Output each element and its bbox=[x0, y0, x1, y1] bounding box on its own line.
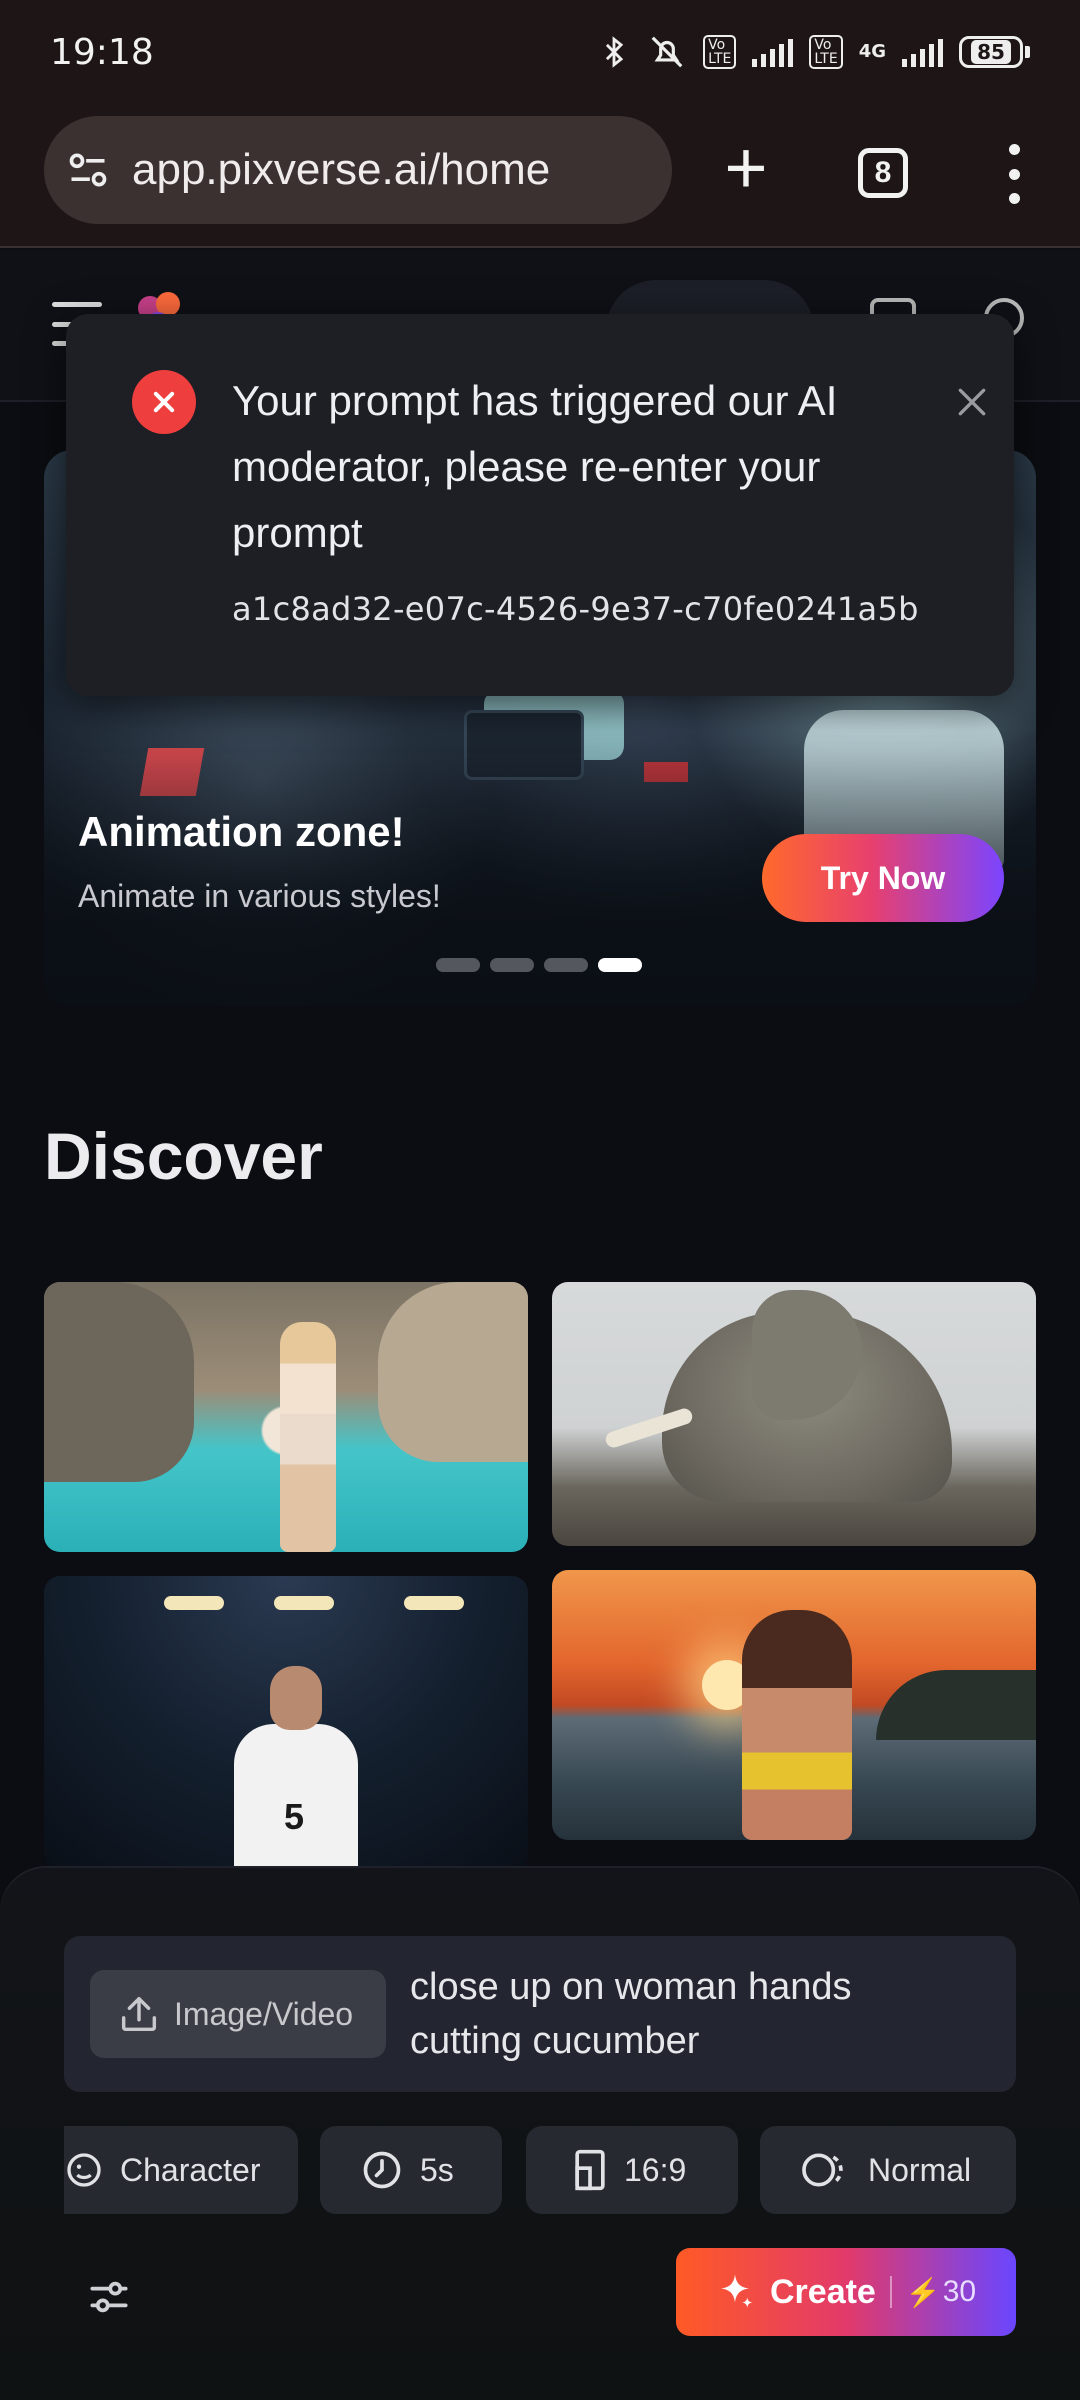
aspect-ratio-icon bbox=[575, 2149, 605, 2191]
browser-menu-icon[interactable] bbox=[1000, 144, 1028, 204]
discover-heading: Discover bbox=[44, 1119, 323, 1193]
close-icon[interactable] bbox=[952, 382, 992, 422]
character-icon bbox=[67, 2153, 101, 2187]
bluetooth-icon bbox=[606, 36, 624, 68]
toast-message: Your prompt has triggered our AI moderat… bbox=[232, 377, 838, 556]
tab-switcher-button[interactable]: 8 bbox=[858, 148, 908, 198]
create-cost: 30 bbox=[942, 2275, 977, 2308]
credit-bolt-icon: ⚡ bbox=[905, 2276, 941, 2308]
browser-toolbar: app.pixverse.ai/home + 8 bbox=[0, 104, 1080, 248]
site-settings-icon[interactable] bbox=[66, 148, 110, 192]
mode-chip[interactable]: Normal bbox=[760, 2126, 1016, 2214]
status-icons: Vo LTE Vo LTE 4G 85 bbox=[597, 33, 1030, 71]
advanced-settings-icon[interactable] bbox=[84, 2272, 134, 2322]
status-bar: 19:18 Vo LTE Vo LTE 4G 85 bbox=[0, 0, 1080, 104]
duration-label: 5s bbox=[420, 2151, 454, 2188]
duration-chip[interactable]: 5s bbox=[320, 2126, 502, 2214]
volte-icon: Vo LTE bbox=[703, 35, 737, 69]
prompt-box[interactable]: Image/Video close up on woman hands cutt… bbox=[64, 1936, 1016, 2092]
mode-icon bbox=[802, 2153, 843, 2187]
character-label: Character bbox=[120, 2151, 261, 2188]
create-button[interactable]: Create ⚡ 30 bbox=[676, 2248, 1016, 2336]
error-icon bbox=[132, 370, 196, 434]
discover-card-woman-at-sunset-image[interactable] bbox=[552, 1570, 1036, 1840]
battery-icon: 85 bbox=[959, 36, 1030, 68]
try-now-button[interactable]: Try Now bbox=[762, 834, 1004, 922]
prompt-input[interactable]: close up on woman hands cutting cucumber bbox=[410, 1960, 930, 2068]
address-bar[interactable]: app.pixverse.ai/home bbox=[44, 116, 672, 224]
carousel-dot-active[interactable] bbox=[598, 958, 642, 972]
upload-media-button[interactable]: Image/Video bbox=[90, 1970, 386, 2058]
battery-level: 85 bbox=[971, 40, 1011, 64]
carousel-dot[interactable] bbox=[544, 958, 588, 972]
character-chip[interactable]: Character bbox=[64, 2126, 298, 2214]
mode-label: Normal bbox=[868, 2151, 972, 2188]
silent-mode-icon bbox=[651, 36, 683, 68]
error-toast: Your prompt has triggered our AI moderat… bbox=[66, 314, 1014, 696]
banner-title: Animation zone! bbox=[78, 808, 405, 855]
generation-options: Character 5s 16:9 Normal bbox=[64, 2126, 1016, 2216]
banner-subtitle: Animate in various styles! bbox=[78, 878, 441, 914]
create-label: Create bbox=[770, 2272, 876, 2311]
sparkle-icon bbox=[721, 2274, 753, 2308]
new-tab-plus-icon[interactable]: + bbox=[716, 128, 776, 208]
signal-icon bbox=[752, 37, 794, 67]
carousel-indicator bbox=[436, 958, 642, 972]
prompt-composer: Image/Video close up on woman hands cutt… bbox=[0, 1868, 1080, 2400]
signal-icon-2 bbox=[902, 37, 943, 67]
aspect-ratio-chip[interactable]: 16:9 bbox=[526, 2126, 738, 2214]
volte-icon-2: Vo LTE bbox=[809, 35, 843, 69]
clock-icon bbox=[363, 2151, 401, 2189]
upload-label: Image/Video bbox=[174, 1995, 354, 2032]
carousel-dot[interactable] bbox=[436, 958, 480, 972]
carousel-dot[interactable] bbox=[490, 958, 534, 972]
status-time: 19:18 bbox=[50, 31, 154, 73]
toast-request-id: a1c8ad32-e07c-4526-9e37-c70fe0241a5b bbox=[232, 590, 919, 628]
discover-card-soccer-player-image[interactable]: 5 bbox=[44, 1576, 528, 1870]
url-text[interactable]: app.pixverse.ai/home bbox=[132, 145, 550, 195]
upload-icon bbox=[121, 1996, 157, 2032]
discover-card-woman-in-lagoon-image[interactable] bbox=[44, 1282, 528, 1552]
aspect-ratio-label: 16:9 bbox=[624, 2151, 687, 2188]
network-type: 4G bbox=[858, 41, 886, 62]
discover-card-stone-elephant-image[interactable] bbox=[552, 1282, 1036, 1546]
